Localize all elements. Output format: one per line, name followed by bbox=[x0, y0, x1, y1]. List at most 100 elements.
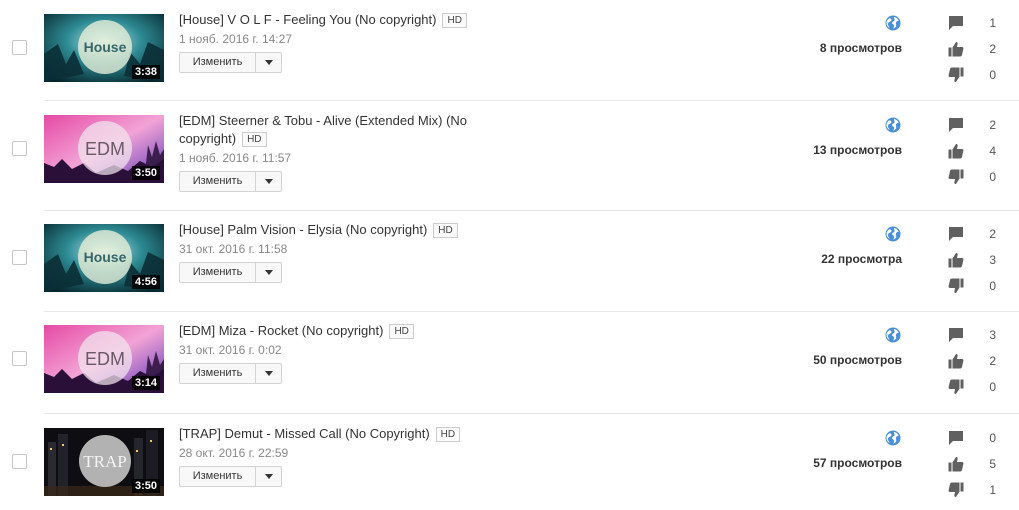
likes-stat: 2 bbox=[948, 353, 1008, 369]
video-thumbnail[interactable]: EDM 3:14 bbox=[44, 325, 164, 393]
thumbs-up-icon[interactable] bbox=[948, 353, 964, 369]
globe-icon[interactable] bbox=[885, 327, 901, 343]
like-count: 2 bbox=[989, 42, 996, 56]
video-duration: 3:38 bbox=[131, 65, 160, 79]
video-title[interactable]: [House] V O L F - Feeling You (No copyri… bbox=[179, 12, 436, 27]
edit-button-group: Изменить bbox=[179, 363, 282, 384]
view-count: 22 просмотра bbox=[821, 252, 902, 266]
video-info: [House] V O L F - Feeling You (No copyri… bbox=[179, 11, 479, 73]
view-count: 57 просмотров bbox=[813, 456, 902, 470]
edit-menu-dropdown[interactable] bbox=[256, 263, 281, 282]
video-duration: 3:50 bbox=[131, 479, 160, 493]
view-count: 8 просмотров bbox=[819, 41, 902, 55]
hd-badge: HD bbox=[389, 324, 414, 339]
video-list: House 3:38 [House] V O L F - Feeling You… bbox=[0, 0, 1019, 510]
caret-down-icon bbox=[264, 179, 273, 184]
edit-button[interactable]: Изменить bbox=[180, 467, 256, 486]
video-title-line: [EDM] Miza - Rocket (No copyright) HD bbox=[179, 322, 479, 340]
comment-count: 3 bbox=[989, 328, 996, 342]
thumbs-down-icon[interactable] bbox=[948, 379, 964, 395]
video-duration: 3:50 bbox=[131, 166, 160, 180]
comments-stat: 1 bbox=[948, 15, 1008, 31]
comment-icon[interactable] bbox=[948, 15, 964, 31]
select-checkbox[interactable] bbox=[12, 141, 27, 156]
video-info: [TRAP] Demut - Missed Call (No Copyright… bbox=[179, 425, 479, 487]
video-row: House 3:38 [House] V O L F - Feeling You… bbox=[0, 0, 1019, 101]
video-thumbnail[interactable]: TRAP 3:50 bbox=[44, 428, 164, 496]
video-info: [House] Palm Vision - Elysia (No copyrig… bbox=[179, 221, 479, 283]
edit-button[interactable]: Изменить bbox=[180, 364, 256, 383]
edit-button[interactable]: Изменить bbox=[180, 53, 256, 72]
dislike-count: 1 bbox=[989, 483, 996, 497]
comment-icon[interactable] bbox=[948, 430, 964, 446]
dislikes-stat: 0 bbox=[948, 67, 1008, 83]
comments-stat: 3 bbox=[948, 327, 1008, 343]
svg-text:House: House bbox=[84, 39, 127, 55]
thumbs-down-icon[interactable] bbox=[948, 482, 964, 498]
comment-icon[interactable] bbox=[948, 117, 964, 133]
hd-badge: HD bbox=[242, 132, 267, 147]
like-count: 5 bbox=[989, 457, 996, 471]
comment-icon[interactable] bbox=[948, 226, 964, 242]
comment-count: 0 bbox=[989, 431, 996, 445]
comment-icon[interactable] bbox=[948, 327, 964, 343]
dislikes-stat: 0 bbox=[948, 169, 1008, 185]
globe-icon[interactable] bbox=[885, 226, 901, 242]
edit-button[interactable]: Изменить bbox=[180, 172, 256, 191]
video-title[interactable]: [TRAP] Demut - Missed Call (No Copyright… bbox=[179, 426, 430, 441]
svg-text:House: House bbox=[84, 249, 127, 265]
dislike-count: 0 bbox=[989, 380, 996, 394]
upload-date: 1 нояб. 2016 г. 14:27 bbox=[179, 32, 292, 46]
globe-icon[interactable] bbox=[885, 430, 901, 446]
globe-icon[interactable] bbox=[885, 15, 901, 31]
thumbs-up-icon[interactable] bbox=[948, 456, 964, 472]
comments-stat: 0 bbox=[948, 430, 1008, 446]
edit-menu-dropdown[interactable] bbox=[256, 364, 281, 383]
svg-text:TRAP: TRAP bbox=[83, 452, 126, 471]
edit-menu-dropdown[interactable] bbox=[256, 53, 281, 72]
comment-count: 1 bbox=[989, 16, 996, 30]
upload-date: 31 окт. 2016 г. 0:02 bbox=[179, 343, 282, 357]
dislikes-stat: 0 bbox=[948, 278, 1008, 294]
likes-stat: 4 bbox=[948, 143, 1008, 159]
comment-count: 2 bbox=[989, 227, 996, 241]
select-checkbox[interactable] bbox=[12, 40, 27, 55]
video-title-line: [TRAP] Demut - Missed Call (No Copyright… bbox=[179, 425, 479, 443]
thumbs-down-icon[interactable] bbox=[948, 67, 964, 83]
video-duration: 4:56 bbox=[131, 275, 160, 289]
view-count: 50 просмотров bbox=[813, 353, 902, 367]
video-title[interactable]: [EDM] Miza - Rocket (No copyright) bbox=[179, 323, 383, 338]
thumbs-up-icon[interactable] bbox=[948, 252, 964, 268]
upload-date: 28 окт. 2016 г. 22:59 bbox=[179, 446, 289, 460]
select-checkbox[interactable] bbox=[12, 250, 27, 265]
like-count: 3 bbox=[989, 253, 996, 267]
caret-down-icon bbox=[264, 60, 273, 65]
video-title[interactable]: [House] Palm Vision - Elysia (No copyrig… bbox=[179, 222, 427, 237]
video-title-line: [House] V O L F - Feeling You (No copyri… bbox=[179, 11, 479, 29]
svg-text:EDM: EDM bbox=[85, 139, 125, 159]
select-checkbox[interactable] bbox=[12, 351, 27, 366]
upload-date: 31 окт. 2016 г. 11:58 bbox=[179, 242, 288, 256]
video-thumbnail[interactable]: House 3:38 bbox=[44, 14, 164, 82]
video-row: TRAP 3:50 [TRAP] Demut - Missed Call (No… bbox=[0, 413, 1019, 510]
edit-menu-dropdown[interactable] bbox=[256, 467, 281, 486]
likes-stat: 5 bbox=[948, 456, 1008, 472]
video-thumbnail[interactable]: House 4:56 bbox=[44, 224, 164, 292]
video-info: [EDM] Miza - Rocket (No copyright) HD 31 … bbox=[179, 322, 479, 384]
comments-stat: 2 bbox=[948, 226, 1008, 242]
edit-button[interactable]: Изменить bbox=[180, 263, 256, 282]
edit-menu-dropdown[interactable] bbox=[256, 172, 281, 191]
thumbs-down-icon[interactable] bbox=[948, 278, 964, 294]
caret-down-icon bbox=[264, 270, 273, 275]
caret-down-icon bbox=[264, 371, 273, 376]
thumbs-up-icon[interactable] bbox=[948, 143, 964, 159]
thumbs-up-icon[interactable] bbox=[948, 41, 964, 57]
video-title[interactable]: [EDM] Steerner & Tobu - Alive (Extended … bbox=[179, 113, 467, 146]
video-thumbnail[interactable]: EDM 3:50 bbox=[44, 115, 164, 183]
globe-icon[interactable] bbox=[885, 117, 901, 133]
thumbs-down-icon[interactable] bbox=[948, 169, 964, 185]
video-info: [EDM] Steerner & Tobu - Alive (Extended … bbox=[179, 112, 479, 192]
video-title-line: [House] Palm Vision - Elysia (No copyrig… bbox=[179, 221, 479, 239]
select-checkbox[interactable] bbox=[12, 454, 27, 469]
edit-button-group: Изменить bbox=[179, 466, 282, 487]
